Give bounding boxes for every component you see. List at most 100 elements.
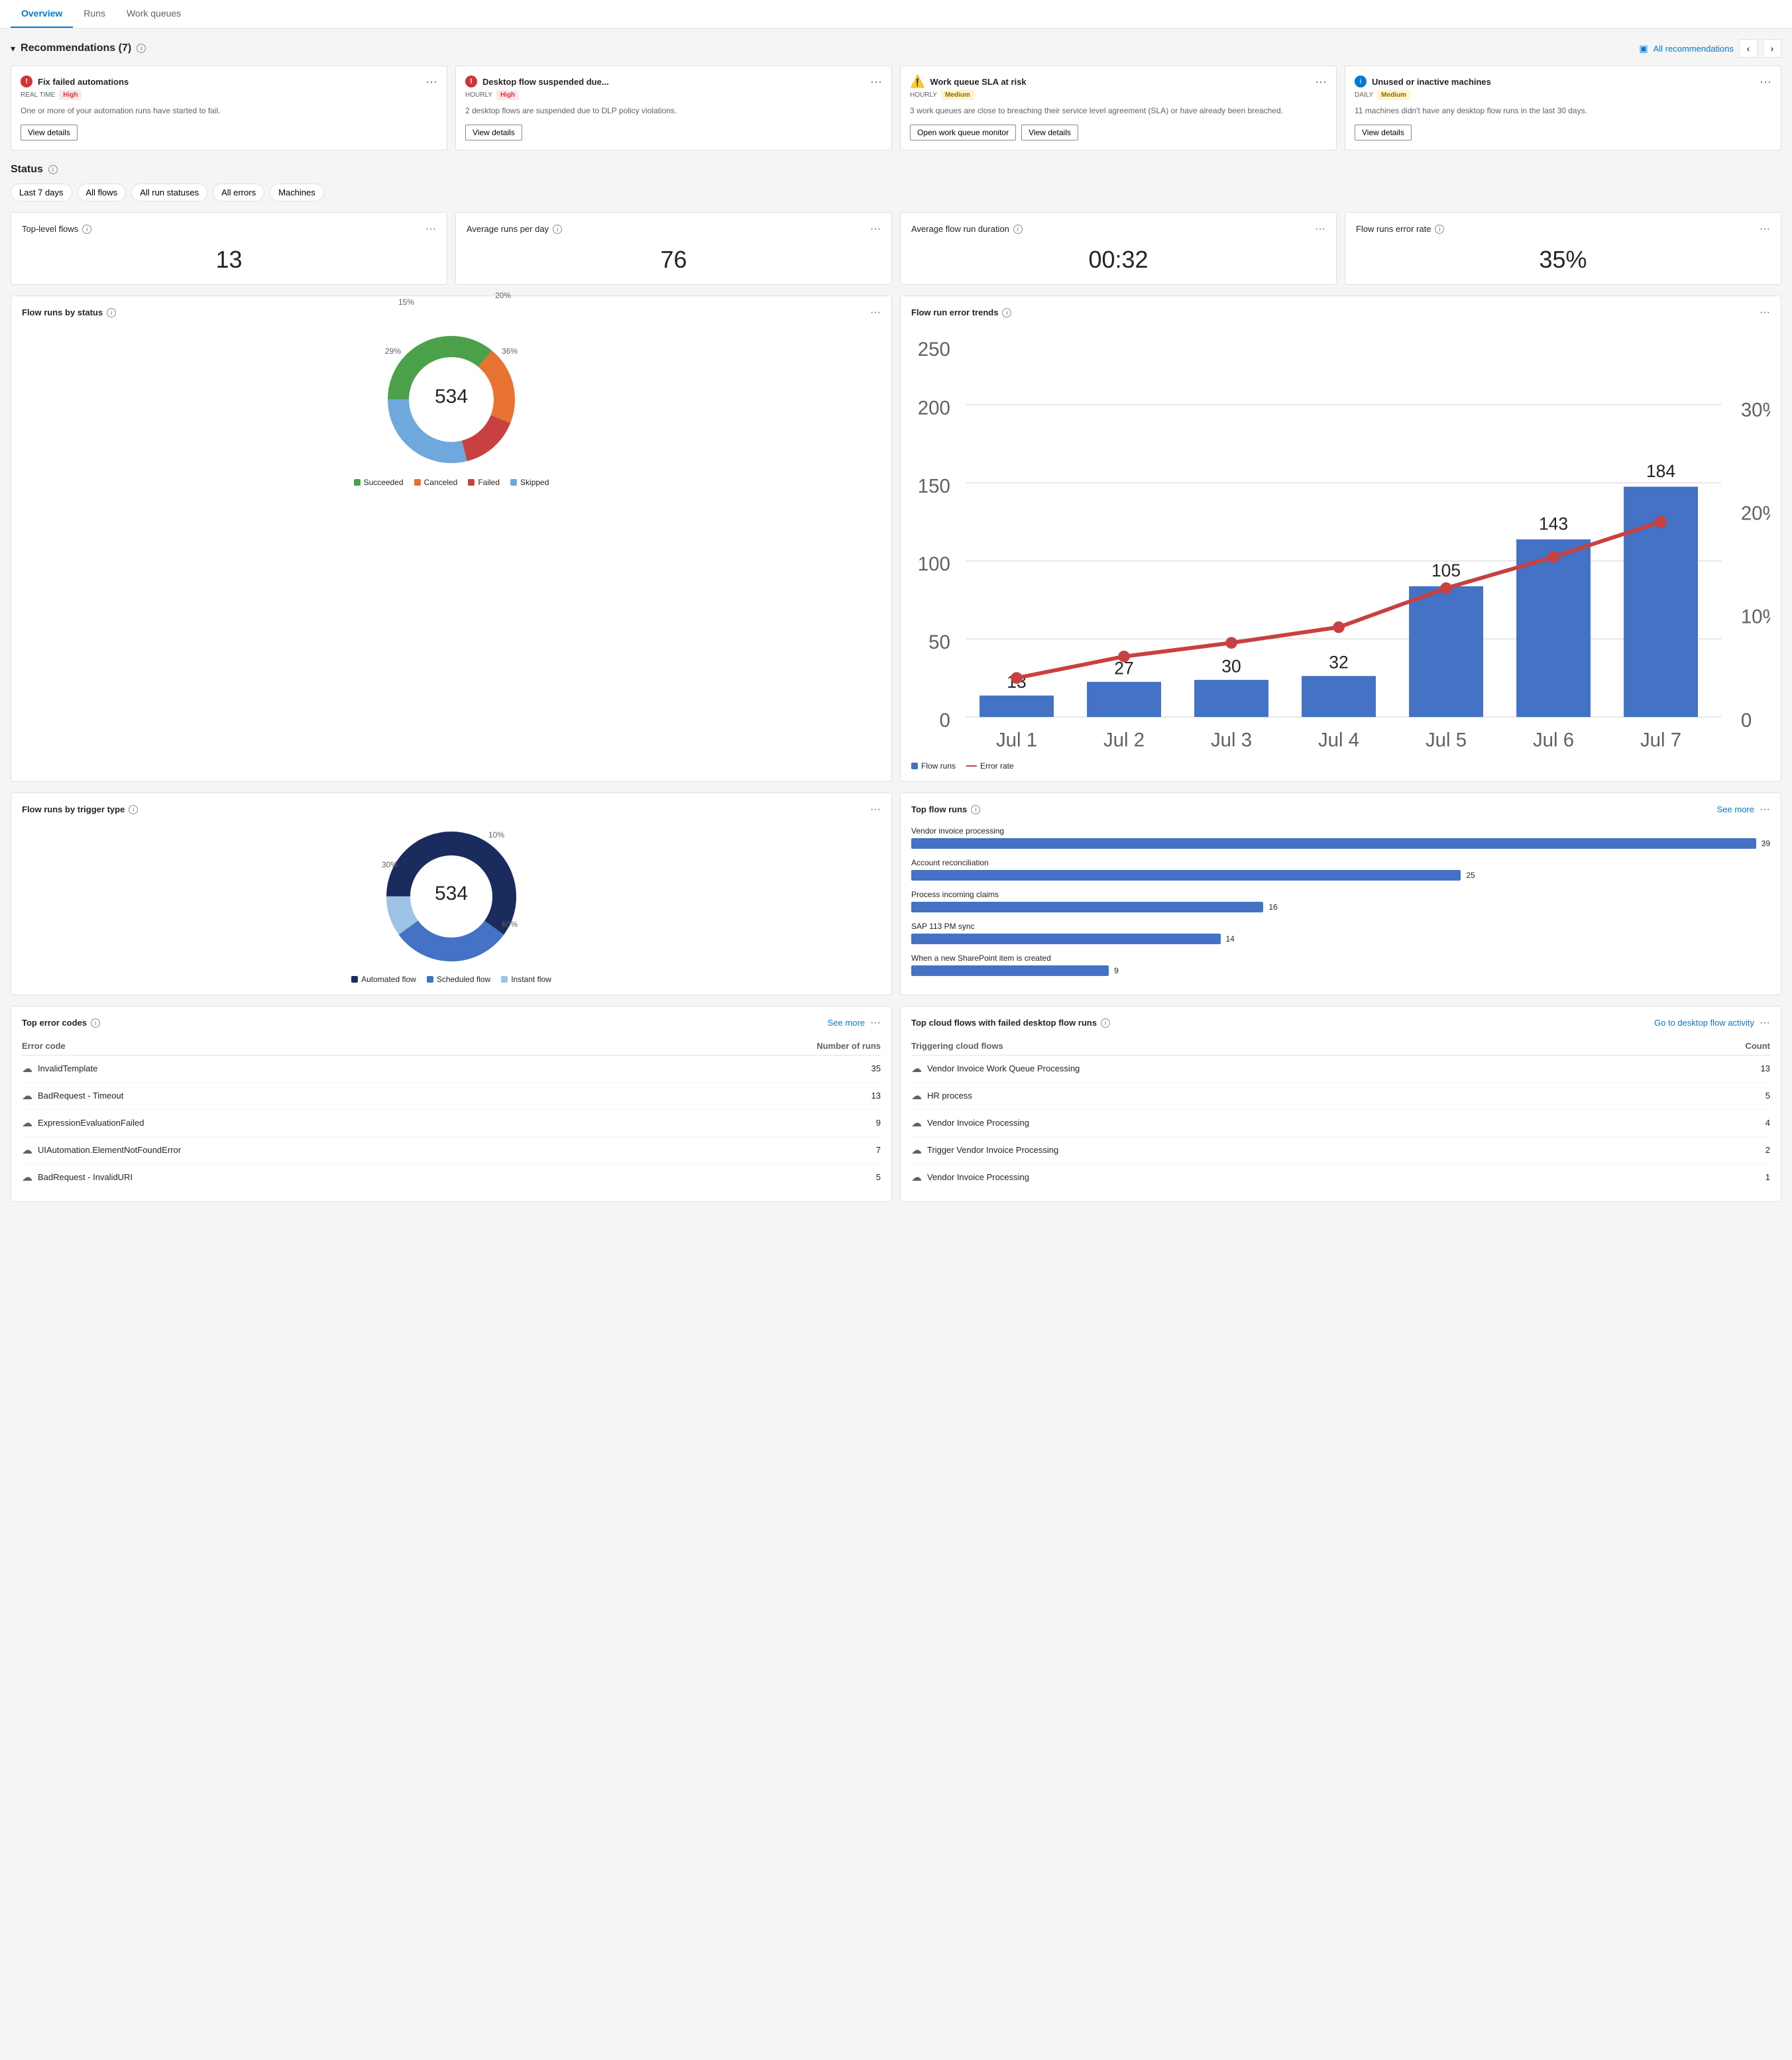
svg-text:534: 534 (435, 883, 468, 904)
all-recommendations-label[interactable]: All recommendations (1653, 44, 1734, 54)
rec-more-icon-4[interactable]: ··· (1760, 76, 1771, 87)
rec-more-icon-3[interactable]: ··· (1315, 76, 1327, 87)
go-to-desktop-flow-activity-link[interactable]: Go to desktop flow activity (1654, 1018, 1754, 1028)
flow-status-legend: Succeeded Canceled Failed Skipped (354, 478, 549, 487)
rec-badge-label-3: HOURLY (910, 91, 937, 99)
error-code-row-1: ☁ BadRequest - Timeout 13 (22, 1083, 881, 1110)
trigger-type-more-icon[interactable]: ··· (870, 804, 881, 816)
cloud-flows-col1-header: Triggering cloud flows (911, 1041, 1003, 1051)
flow-run-error-trends-card: Flow run error trends i ··· 0 50 100 150… (900, 296, 1781, 782)
svg-text:0: 0 (940, 710, 950, 732)
rec-action-btn-4[interactable]: View details (1355, 125, 1412, 140)
rec-desc-2: 2 desktop flows are suspended due to DLP… (465, 105, 882, 117)
filter-last-7-days[interactable]: Last 7 days (11, 184, 72, 201)
metric-info-icon-3: i (1435, 225, 1444, 234)
top-cloud-flows-card: Top cloud flows with failed desktop flow… (900, 1006, 1781, 1202)
cloud-flow-row-0: ☁ Vendor Invoice Work Queue Processing 1… (911, 1056, 1770, 1083)
error-trends-info-icon: i (1002, 308, 1011, 317)
cloud-flow-row-1: ☁ HR process 5 (911, 1083, 1770, 1110)
top-flow-runs-see-more[interactable]: See more (1717, 804, 1754, 814)
rec-view-details-btn-3[interactable]: View details (1021, 125, 1078, 140)
error-code-name-0: InvalidTemplate (38, 1063, 97, 1073)
svg-text:0: 0 (1741, 710, 1752, 732)
rec-badge-label-2: HOURLY (465, 91, 492, 99)
svg-text:Jul 4: Jul 4 (1318, 729, 1359, 751)
cloud-flow-row-2: ☁ Vendor Invoice Processing 4 (911, 1110, 1770, 1137)
rec-title-2: Desktop flow suspended due... (482, 77, 609, 87)
error-codes-info-icon: i (91, 1018, 100, 1028)
top-error-codes-card: Top error codes i See more ··· Error cod… (11, 1006, 892, 1202)
error-code-name-4: BadRequest - InvalidURI (38, 1172, 133, 1182)
filter-all-run-statuses[interactable]: All run statuses (131, 184, 207, 201)
svg-text:Jul 7: Jul 7 (1640, 729, 1681, 751)
cloud-flow-name-2: Vendor Invoice Processing (927, 1118, 1029, 1128)
legend-automated-flow: Automated flow (361, 975, 416, 984)
next-recommendation-button[interactable]: › (1763, 39, 1781, 58)
rec-action-btn-2[interactable]: View details (465, 125, 522, 140)
error-code-row-0: ☁ InvalidTemplate 35 (22, 1056, 881, 1083)
error-cloud-icon-4: ☁ (22, 1171, 32, 1184)
open-work-queue-monitor-button[interactable]: Open work queue monitor (910, 125, 1016, 140)
error-trends-more-icon[interactable]: ··· (1760, 307, 1770, 319)
rec-desc-1: One or more of your automation runs have… (21, 105, 437, 117)
flow-status-more-icon[interactable]: ··· (870, 307, 881, 319)
flow-run-item-4: When a new SharePoint item is created 9 (911, 953, 1770, 976)
cloud-flow-count-4: 1 (1765, 1172, 1770, 1182)
metric-more-icon-0[interactable]: ··· (425, 223, 436, 235)
svg-text:Jul 2: Jul 2 (1103, 729, 1145, 751)
prev-recommendation-button[interactable]: ‹ (1739, 39, 1758, 58)
metric-value-0: 13 (22, 246, 436, 274)
filter-all-flows[interactable]: All flows (78, 184, 127, 201)
svg-text:Jul 5: Jul 5 (1426, 729, 1467, 751)
cloud-flow-icon-3: ☁ (911, 1144, 922, 1157)
rec-desc-4: 11 machines didn't have any desktop flow… (1355, 105, 1771, 117)
error-codes-see-more[interactable]: See more (828, 1018, 865, 1028)
rec-more-icon-1[interactable]: ··· (425, 76, 437, 87)
error-cloud-icon-1: ☁ (22, 1089, 32, 1103)
error-trends-chart: 0 50 100 150 200 250 0 10% 20% 30% (911, 327, 1770, 756)
cloud-flow-count-0: 13 (1761, 1063, 1770, 1073)
flow-run-label-1: Account reconciliation (911, 858, 1770, 867)
error-codes-more-icon[interactable]: ··· (870, 1017, 881, 1029)
metric-info-icon-1: i (553, 225, 562, 234)
error-codes-table: Error code Number of runs ☁ InvalidTempl… (22, 1037, 881, 1191)
chevron-down-icon[interactable]: ▾ (11, 43, 15, 54)
top-flow-runs-more-icon[interactable]: ··· (1760, 804, 1770, 816)
flow-runs-trigger-card: Flow runs by trigger type i ··· 534 (11, 792, 892, 995)
svg-text:Jul 6: Jul 6 (1533, 729, 1574, 751)
svg-text:184: 184 (1646, 461, 1675, 481)
metric-more-icon-3[interactable]: ··· (1760, 223, 1770, 235)
metric-value-3: 35% (1356, 246, 1770, 274)
rec-action-btn-1[interactable]: View details (21, 125, 78, 140)
cloud-flows-info-icon: i (1101, 1018, 1110, 1028)
svg-text:150: 150 (918, 475, 950, 497)
cloud-flow-icon-4: ☁ (911, 1171, 922, 1184)
rec-more-icon-2[interactable]: ··· (870, 76, 882, 87)
recommendations-header: ▾ Recommendations (7) i ▣ All recommenda… (11, 39, 1781, 58)
tab-overview[interactable]: Overview (11, 0, 73, 28)
tab-work-queues[interactable]: Work queues (116, 0, 192, 28)
svg-text:105: 105 (1431, 561, 1461, 580)
filter-machines[interactable]: Machines (270, 184, 324, 201)
cloud-flow-row-3: ☁ Trigger Vendor Invoice Processing 2 (911, 1137, 1770, 1164)
filter-all-errors[interactable]: All errors (213, 184, 264, 201)
error-code-row-3: ☁ UIAutomation.ElementNotFoundError 7 (22, 1137, 881, 1164)
flow-run-label-2: Process incoming claims (911, 890, 1770, 899)
metric-more-icon-1[interactable]: ··· (870, 223, 881, 235)
legend-instant-flow: Instant flow (511, 975, 551, 984)
metric-more-icon-2[interactable]: ··· (1315, 223, 1325, 235)
cloud-flow-name-3: Trigger Vendor Invoice Processing (927, 1145, 1058, 1155)
top-flow-runs-card: Top flow runs i See more ··· Vendor invo… (900, 792, 1781, 995)
charts-row-1: Flow runs by status i ··· (11, 296, 1781, 782)
error-trends-title: Flow run error trends (911, 307, 998, 317)
recommendations-title: Recommendations (7) (21, 42, 131, 54)
metric-info-icon-0: i (82, 225, 91, 234)
flow-run-item-3: SAP 113 PM sync 14 (911, 922, 1770, 944)
metric-info-icon-2: i (1013, 225, 1023, 234)
cloud-flows-more-icon[interactable]: ··· (1760, 1017, 1770, 1029)
rec-title-1: Fix failed automations (38, 77, 129, 87)
error-codes-col1-header: Error code (22, 1041, 66, 1051)
tab-runs[interactable]: Runs (73, 0, 116, 28)
metric-value-2: 00:32 (911, 246, 1325, 274)
flow-run-value-2: 16 (1268, 902, 1277, 912)
